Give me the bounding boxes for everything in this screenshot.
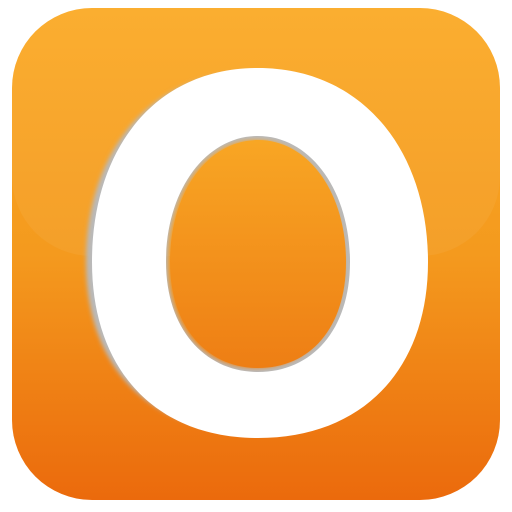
letter-o-counter [170,140,346,368]
app-icon-stage [0,0,512,512]
app-icon[interactable] [0,0,512,512]
